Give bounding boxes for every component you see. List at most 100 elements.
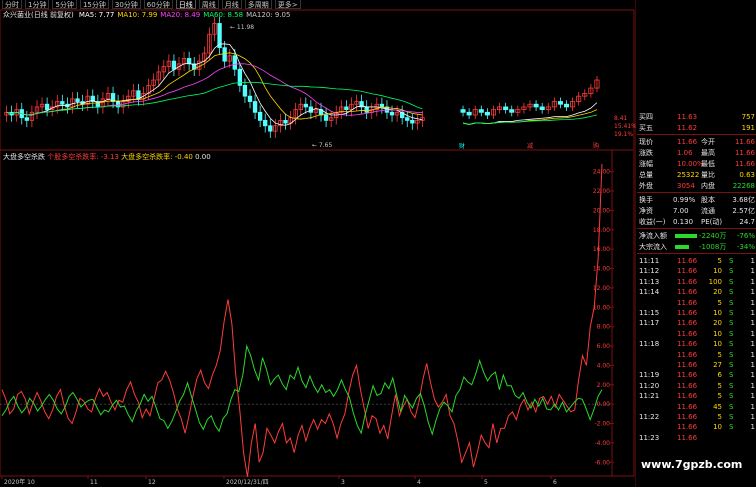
trade-price: 11.66 bbox=[677, 381, 698, 390]
stat-value: 2.57亿 bbox=[732, 207, 755, 215]
trade-row: 11:21 11.66 5 S 1 bbox=[637, 391, 756, 401]
candle-body bbox=[171, 60, 177, 70]
trade-row: 11.66 5 S 1 bbox=[637, 298, 756, 308]
trade-volume: 20 bbox=[713, 288, 722, 297]
trade-row: 11:22 11.66 5 S 1 bbox=[637, 412, 756, 422]
indicator-y-tick: 6.00 bbox=[597, 343, 611, 350]
trade-price: 11.66 bbox=[677, 423, 698, 432]
trade-count: 1 bbox=[750, 361, 755, 369]
indicator-y-tick: 16.00 bbox=[593, 246, 610, 253]
candle-body bbox=[24, 117, 30, 121]
stat-value: 3.68亿 bbox=[732, 196, 755, 204]
stat-value: 10.00% bbox=[677, 160, 704, 168]
candle-body bbox=[344, 106, 349, 111]
chart-canvas[interactable]: ← 11.98← 7.658.4115.41%19.1%财减购24.0022.0… bbox=[0, 0, 636, 487]
trade-volume: 10 bbox=[713, 340, 722, 349]
main-y-label: 19.1% bbox=[614, 131, 633, 138]
flow-value: -1008万 bbox=[699, 243, 727, 251]
trade-row: 11:23 11.66 bbox=[637, 433, 756, 443]
trade-price: 11.66 bbox=[677, 340, 698, 349]
candle-body bbox=[533, 103, 539, 108]
event-marker: 财 bbox=[459, 142, 465, 150]
stat-row: 收益(一) 0.130 PE(动) 24.7 bbox=[637, 217, 756, 227]
trade-count: 1 bbox=[750, 350, 755, 359]
trade-row: 11.66 10 S 1 bbox=[637, 422, 756, 432]
watermark: www.7gpzb.com bbox=[641, 458, 743, 471]
flow-pct: -76% bbox=[736, 232, 755, 240]
trade-row: 11:12 11.66 10 S 1 bbox=[637, 266, 756, 276]
trade-side: S bbox=[729, 298, 734, 307]
trade-volume: 10 bbox=[713, 309, 722, 317]
candle-body bbox=[242, 84, 248, 97]
trade-price: 11.66 bbox=[677, 257, 698, 265]
book-volume: 757 bbox=[741, 113, 755, 121]
trade-count: 1 bbox=[750, 381, 755, 390]
trade-price: 11.66 bbox=[677, 309, 698, 317]
candle-body bbox=[252, 101, 258, 113]
indicator-line3-label: 0.00 bbox=[195, 153, 211, 161]
trade-side: S bbox=[729, 277, 734, 286]
trade-count: 1 bbox=[750, 298, 755, 307]
indicator-title: 大盘多空杀跌 bbox=[3, 153, 45, 161]
stat-label: 涨跌 bbox=[639, 149, 653, 157]
stat-value: 11.66 bbox=[734, 149, 755, 157]
stat-label: 总量 bbox=[639, 171, 653, 179]
x-axis-label: 3 bbox=[341, 479, 345, 486]
flow-pct: -34% bbox=[736, 243, 755, 251]
trade-side: S bbox=[729, 392, 734, 401]
candle-body bbox=[478, 109, 484, 113]
candle-body bbox=[509, 109, 515, 113]
trade-volume: 5 bbox=[717, 392, 722, 401]
trade-count: 1 bbox=[750, 277, 755, 286]
trade-row: 11.66 5 S 1 bbox=[637, 350, 756, 360]
trade-price: 11.66 bbox=[677, 298, 698, 307]
indicator-y-tick: 20.00 bbox=[593, 207, 610, 214]
ma-legend-2: MA20: 8.49 bbox=[160, 11, 201, 19]
trade-price: 11.66 bbox=[677, 329, 698, 338]
trade-time: 11:13 bbox=[639, 277, 660, 286]
indicator-y-tick: -4.00 bbox=[594, 440, 610, 447]
stat-label: 最高 bbox=[701, 149, 715, 157]
stat-value: 11.66 bbox=[734, 160, 755, 168]
candle-body bbox=[222, 47, 227, 62]
order-book-row: 买五 11.62 191 bbox=[637, 123, 756, 133]
candle-body bbox=[460, 109, 466, 113]
trade-volume: 27 bbox=[713, 361, 722, 369]
candle-body bbox=[323, 114, 329, 121]
trade-side: S bbox=[729, 423, 734, 432]
trade-price: 11.66 bbox=[677, 319, 698, 328]
candle-body bbox=[563, 103, 570, 108]
trade-side: S bbox=[729, 257, 734, 265]
trade-count: 1 bbox=[750, 288, 755, 297]
book-price: 11.62 bbox=[677, 124, 698, 132]
stat-label: 量比 bbox=[701, 171, 715, 179]
trade-side: S bbox=[729, 361, 734, 369]
candle-body bbox=[44, 103, 50, 111]
stat-label: 最低 bbox=[701, 160, 715, 168]
stat-label: 现价 bbox=[639, 138, 653, 146]
candle-body bbox=[232, 55, 237, 70]
trade-row: 11:17 11.66 20 S 1 bbox=[637, 318, 756, 328]
order-book-row: 买四 11.63 757 bbox=[637, 112, 756, 122]
x-axis-label: 4 bbox=[417, 479, 421, 486]
ma-line bbox=[6, 63, 423, 116]
trade-time: 11:21 bbox=[639, 392, 660, 401]
high-price-label: ← 11.98 bbox=[230, 24, 254, 31]
stat-row: 总量 25322 量比 0.63 bbox=[637, 170, 756, 180]
low-price-label: ← 7.65 bbox=[312, 142, 332, 149]
trade-volume: 10 bbox=[713, 267, 722, 276]
stat-value: 0.63 bbox=[739, 171, 755, 179]
candle-body bbox=[410, 119, 415, 124]
candle-body bbox=[484, 111, 490, 116]
x-axis-label: 2020/12/31/四 bbox=[226, 479, 269, 486]
trade-row: 11:11 11.66 5 S 1 bbox=[637, 256, 756, 266]
candle-body bbox=[364, 106, 369, 113]
trade-price: 11.66 bbox=[677, 413, 698, 421]
stat-value: 7.00 bbox=[673, 207, 689, 215]
indicator-line2-label: 大盘多空杀跌率: -0.40 bbox=[121, 153, 193, 161]
stat-label: PE(动) bbox=[701, 218, 723, 226]
trade-side: S bbox=[729, 288, 734, 297]
trade-row: 11:20 11.66 5 S 1 bbox=[637, 381, 756, 391]
book-label: 买四 bbox=[639, 113, 653, 121]
trade-volume: 5 bbox=[717, 381, 722, 390]
